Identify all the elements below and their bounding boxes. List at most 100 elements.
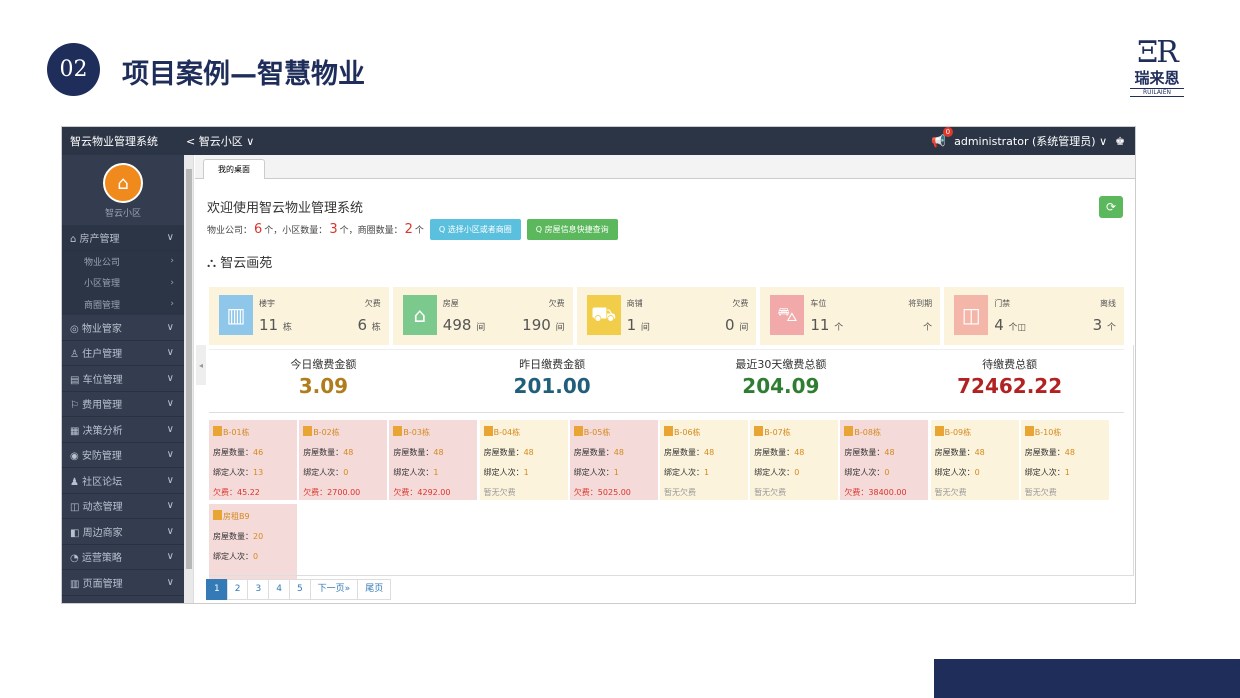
- sidebar-item-text: ◫ 动态管理: [70, 498, 123, 513]
- sidebar-item[interactable]: ◎ 物业管家 ∨: [62, 315, 184, 341]
- summary-unit: 间: [640, 323, 650, 333]
- house-count-value: 20: [253, 532, 264, 541]
- sidebar-item[interactable]: ⚐ 费用管理 ∨: [62, 392, 184, 417]
- summary-value: 4 个◫: [994, 316, 1026, 334]
- building-fee-status: 欠费：2700.00: [303, 488, 361, 497]
- summary-value: 11 栋: [259, 316, 292, 334]
- sidebar-item[interactable]: ◔ 运营策略 ∨: [62, 545, 184, 570]
- chevron-down-icon: ∨: [166, 231, 174, 243]
- sidebar-item[interactable]: ◉ 安防管理 ∨: [62, 443, 184, 468]
- bind-count-label: 绑定人次：: [213, 552, 253, 561]
- building-card[interactable]: 房租B9 房屋数量：20 绑定人次：0: [209, 504, 297, 584]
- select-community-button[interactable]: Q 选择小区或者商圈: [429, 219, 521, 240]
- building-house-count: 房屋数量：48: [303, 443, 383, 463]
- divider: [1133, 345, 1134, 575]
- sidebar-item[interactable]: ▤ 车位管理 ∨: [62, 366, 184, 392]
- sidebar-item[interactable]: ▦ 决策分析 ∨: [62, 417, 184, 443]
- scrollbar-thumb[interactable]: [186, 169, 192, 569]
- mall-count: 2: [404, 222, 413, 237]
- sidebar-subitem[interactable]: 小区管理 ›: [62, 272, 184, 294]
- pagination-item[interactable]: 4: [268, 579, 290, 600]
- menu-icon: ◔: [70, 553, 79, 565]
- summary-secondary-unit: 个: [1106, 323, 1116, 333]
- user-menu[interactable]: administrator (系统管理员) ∨: [954, 133, 1107, 149]
- sidebar-subitem[interactable]: 商圈管理 ›: [62, 293, 184, 315]
- sidebar-item[interactable]: ◫ 动态管理 ∨: [62, 494, 184, 519]
- main-content: 我的桌面 欢迎使用智云物业管理系统 物业公司： 6 个，小区数量： 3 个，商圈…: [195, 155, 1135, 603]
- chevron-down-icon: ∨: [166, 398, 174, 410]
- building-card[interactable]: B-09栋 房屋数量：48 绑定人次：0 暂无欠费: [930, 420, 1019, 500]
- bind-count-label: 绑定人次：: [213, 468, 253, 477]
- tab-my-desktop[interactable]: 我的桌面: [203, 159, 265, 179]
- building-name-text: B-09栋: [944, 428, 972, 437]
- refresh-button[interactable]: ⟳: [1099, 196, 1123, 218]
- building-icon: [844, 426, 854, 436]
- building-card[interactable]: B-06栋 房屋数量：48 绑定人次：1 暂无欠费: [660, 420, 748, 500]
- chevron-down-icon: ∨: [166, 525, 174, 537]
- house-count-label: 房屋数量：: [844, 448, 885, 457]
- company-count: 6: [254, 222, 263, 237]
- sidebar-item[interactable]: ▥ 页面管理 ∨: [62, 570, 184, 596]
- building-card[interactable]: B-08栋 房屋数量：48 绑定人次：0 欠费：38400.00: [840, 420, 929, 500]
- pagination-item[interactable]: 5: [288, 579, 311, 600]
- bind-count-value: 1: [704, 468, 710, 477]
- summary-number: 1: [626, 316, 637, 334]
- building-card[interactable]: B-07栋 房屋数量：48 绑定人次：0 暂无欠费: [750, 420, 839, 500]
- summary-icon: ◫: [954, 295, 989, 335]
- menu-icon: ⌂: [70, 233, 77, 245]
- house-count-value: 48: [613, 448, 624, 457]
- summary-secondary-label: 离线: [1099, 299, 1116, 308]
- summary-card[interactable]: ▥ 楼宇 11 栋 欠费 6 栋: [209, 287, 389, 345]
- sidebar-item-label: 费用管理: [82, 400, 123, 412]
- app-name[interactable]: 智云物业管理系统: [62, 133, 184, 149]
- bind-count-label: 绑定人次：: [393, 468, 434, 477]
- summary-secondary-value: 3 个: [1093, 316, 1116, 334]
- summary-secondary-unit: 间: [555, 323, 565, 333]
- sidebar-subitem[interactable]: 物业公司 ›: [62, 250, 184, 272]
- house-query-button[interactable]: Q 房屋信息快捷查询: [526, 219, 618, 240]
- building-name-text: B-07栋: [764, 428, 791, 437]
- building-card[interactable]: B-04栋 房屋数量：48 绑定人次：1 暂无欠费: [479, 420, 568, 500]
- summary-value: 11 个: [810, 316, 843, 334]
- summary-card[interactable]: ⛍ 车位 11 个 将到期 个: [760, 287, 941, 345]
- summary-card[interactable]: ⌂ 房屋 498 间 欠费 190 间: [392, 287, 573, 345]
- menu-icon: ▥: [70, 578, 80, 590]
- building-card[interactable]: B-02栋 房屋数量：48 绑定人次：0 欠费：2700.00: [299, 420, 388, 500]
- summary-label: 车位: [810, 299, 827, 308]
- sidebar-scrollbar[interactable]: [184, 155, 194, 603]
- payment-stat: 最近30天缴费总额 204.09: [667, 350, 896, 412]
- bind-count-value: 1: [613, 468, 619, 477]
- shirt-icon[interactable]: ♚: [1115, 135, 1125, 148]
- pagination-item[interactable]: 尾页: [357, 579, 392, 600]
- building-name: B-03栋: [393, 423, 473, 443]
- pagination-item[interactable]: 下一页»: [309, 579, 359, 600]
- sidebar-item[interactable]: ◧ 周边商家 ∨: [62, 519, 184, 545]
- community-switcher[interactable]: < 智云小区 ∨: [186, 133, 254, 149]
- building-card[interactable]: B-01栋 房屋数量：46 绑定人次：13 欠费：45.22: [209, 420, 297, 500]
- house-count-value: 48: [343, 448, 354, 457]
- building-card[interactable]: B-10栋 房屋数量：48 绑定人次：1 暂无欠费: [1020, 420, 1109, 500]
- summary-card[interactable]: ⛟ 商铺 1 间 欠费 0 间: [576, 287, 757, 345]
- building-card[interactable]: B-05栋 房屋数量：48 绑定人次：1 欠费：5025.00: [569, 420, 658, 500]
- sidebar-item[interactable]: ⌂ 房产管理 ∨: [62, 225, 184, 251]
- pagination-item[interactable]: 2: [226, 579, 249, 600]
- summary-card[interactable]: ◫ 门禁 4 个◫ 离线 3 个: [944, 287, 1124, 345]
- building-name: 房租B9: [213, 507, 293, 527]
- sidebar-item[interactable]: ♟ 社区论坛 ∨: [62, 468, 184, 494]
- house-count-label: 房屋数量：: [573, 448, 614, 457]
- house-count-label: 房屋数量：: [664, 448, 704, 457]
- notification-icon[interactable]: 📢 0: [931, 127, 954, 148]
- avatar[interactable]: ⌂: [103, 163, 143, 203]
- sidebar-item[interactable]: ♙ 住户管理 ∨: [62, 341, 184, 366]
- stats-tail: 个: [414, 226, 424, 236]
- building-card[interactable]: B-03栋 房屋数量：48 绑定人次：1 欠费：4292.00: [389, 420, 478, 500]
- sidebar-item-label: 页面管理: [82, 578, 123, 590]
- chevron-down-icon: ∨: [166, 321, 174, 333]
- summary-secondary-unit: 间: [739, 323, 749, 333]
- sidebar-item-label: 决策分析: [82, 425, 123, 437]
- house-count-value: 46: [253, 448, 264, 457]
- logo-english-name: RUILAIEN: [1130, 88, 1184, 97]
- pagination-item[interactable]: 3: [247, 579, 270, 600]
- summary-number: 4: [994, 316, 1004, 334]
- pagination-item[interactable]: 1: [206, 579, 228, 600]
